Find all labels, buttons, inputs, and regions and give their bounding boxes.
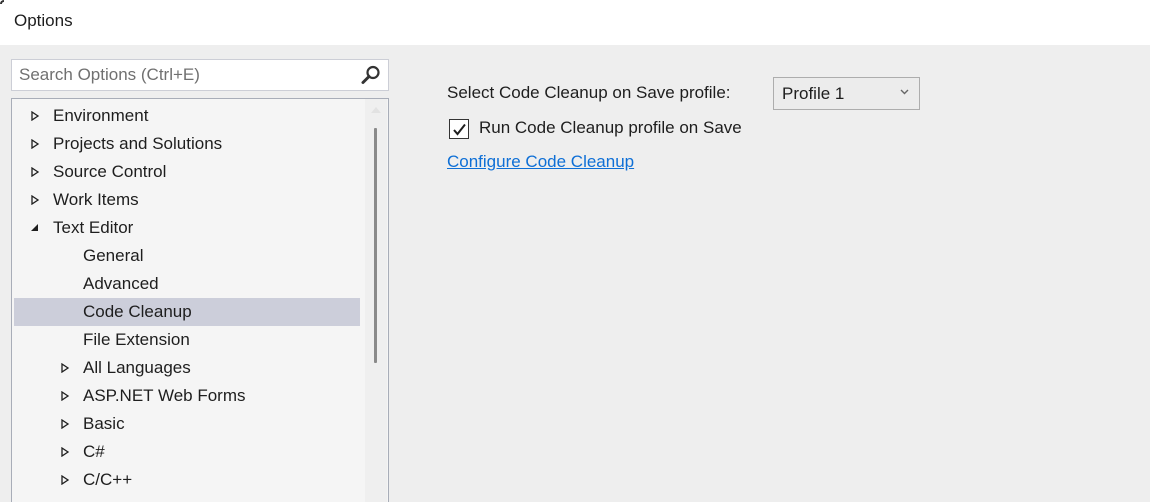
tree-item-label: Work Items (53, 190, 139, 209)
expand-arrow-icon[interactable] (30, 167, 40, 177)
tree-item[interactable]: Basic (14, 410, 360, 438)
tree-item-label: General (83, 246, 144, 265)
chevron-down-icon (900, 89, 909, 95)
tree-item-label: C/C++ (83, 470, 133, 489)
title-bar: Options (0, 0, 1150, 45)
window-corner (0, 0, 4, 4)
tree-item-label: ASP.NET Web Forms (83, 386, 246, 405)
tree-item-label: Source Control (53, 162, 167, 181)
search-box[interactable] (11, 59, 389, 91)
tree-item-label: Environment (53, 106, 149, 125)
tree-scrollbar[interactable] (365, 99, 387, 502)
tree-item[interactable]: Advanced (14, 270, 360, 298)
collapse-arrow-icon[interactable] (30, 223, 40, 233)
tree-item-label: Projects and Solutions (53, 134, 223, 153)
expand-arrow-icon[interactable] (60, 363, 70, 373)
expand-arrow-icon[interactable] (60, 391, 70, 401)
tree-item[interactable]: Environment (14, 102, 360, 130)
expand-arrow-icon[interactable] (60, 447, 70, 457)
tree-item[interactable]: Work Items (14, 186, 360, 214)
scroll-thumb[interactable] (374, 128, 377, 363)
tree-item[interactable]: C/C++ (14, 466, 360, 494)
run-on-save-label[interactable]: Run Code Cleanup profile on Save (479, 118, 742, 138)
profile-dropdown-value: Profile 1 (782, 84, 845, 103)
tree-item-label: Advanced (83, 274, 159, 293)
expand-arrow-icon[interactable] (30, 111, 40, 121)
tree-item[interactable]: Code Cleanup (14, 298, 360, 326)
tree-item-label: File Extension (83, 330, 190, 349)
expand-arrow-icon[interactable] (30, 195, 40, 205)
tree-item-label: All Languages (83, 358, 191, 377)
expand-arrow-icon[interactable] (60, 475, 70, 485)
tree-item[interactable]: ASP.NET Web Forms (14, 382, 360, 410)
tree-item-label: Code Cleanup (83, 302, 192, 321)
window-title: Options (14, 11, 73, 30)
scroll-up-arrow-icon[interactable] (371, 107, 381, 113)
tree-item[interactable]: Source Control (14, 158, 360, 186)
run-on-save-checkbox[interactable] (449, 119, 469, 139)
search-input[interactable] (12, 60, 352, 90)
tree-item[interactable]: File Extension (14, 326, 360, 354)
profile-dropdown[interactable]: Profile 1 (773, 77, 920, 110)
tree-item-label: C# (83, 442, 105, 461)
expand-arrow-icon[interactable] (60, 419, 70, 429)
tree-item[interactable]: Projects and Solutions (14, 130, 360, 158)
tree-item-label: Text Editor (53, 218, 134, 237)
tree-item[interactable]: All Languages (14, 354, 360, 382)
profile-select-label: Select Code Cleanup on Save profile: (447, 83, 731, 102)
search-icon[interactable] (360, 64, 382, 86)
options-tree[interactable]: C/C++ C# Basic ASP.NET Web Forms All Languag… (11, 98, 389, 502)
checkmark-icon (453, 123, 466, 136)
tree-item[interactable]: Text Editor (14, 214, 360, 242)
tree-item-label: Basic (83, 414, 125, 433)
tree-item[interactable]: C# (14, 438, 360, 466)
configure-code-cleanup-link[interactable]: Configure Code Cleanup (447, 152, 634, 172)
expand-arrow-icon[interactable] (30, 139, 40, 149)
tree-item[interactable]: General (14, 242, 360, 270)
